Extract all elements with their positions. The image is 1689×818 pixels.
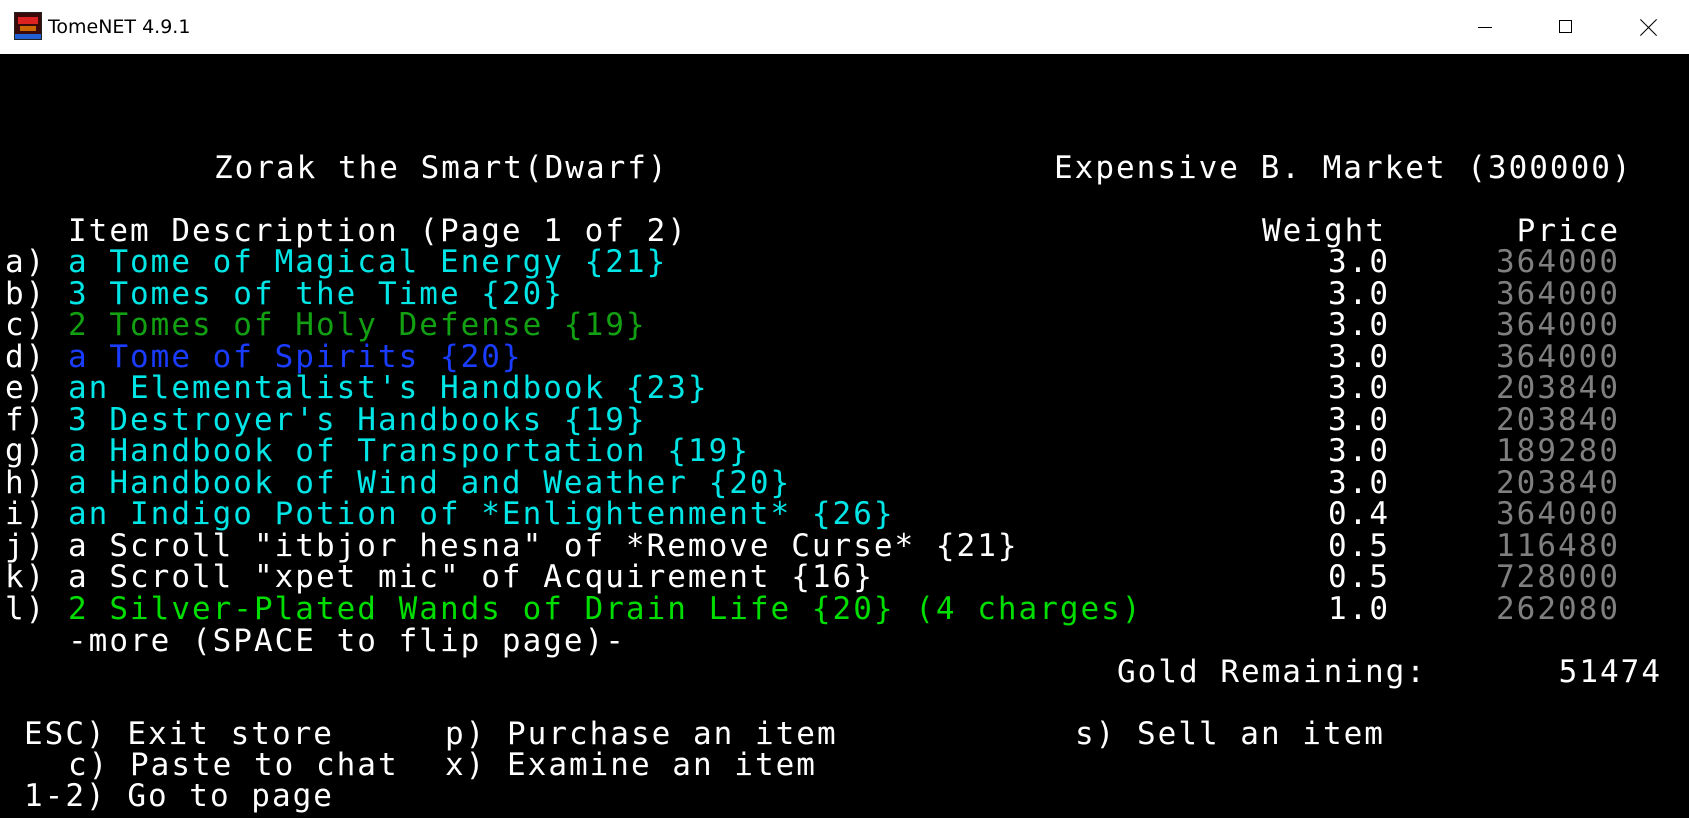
purchase-item-command[interactable]: p) Purchase an item xyxy=(445,718,838,750)
store-name: Expensive B. Market (300000) xyxy=(1054,150,1633,186)
item-key[interactable]: k) xyxy=(5,561,46,593)
item-price: 364000 xyxy=(1496,307,1620,343)
close-icon xyxy=(1640,19,1657,36)
paste-to-chat-command[interactable]: c) Paste to chat xyxy=(68,749,399,781)
item-name[interactable]: 3 Tomes of the Time {20} xyxy=(68,278,564,310)
item-key[interactable]: e) xyxy=(5,372,46,404)
item-weight: 1.0 xyxy=(1328,591,1390,627)
item-description-header: Item Description (Page 1 of 2) xyxy=(68,213,688,249)
maximize-button[interactable] xyxy=(1526,0,1606,54)
more-prompt: -more (SPACE to flip page)- xyxy=(68,623,626,659)
item-key[interactable]: l) xyxy=(5,593,46,625)
exit-store-command[interactable]: ESC) Exit store xyxy=(24,718,334,750)
close-button[interactable] xyxy=(1608,0,1688,54)
tomenet-window: TomeNET 4.9.1 Zorak the Smart(Dwarf) Exp… xyxy=(0,0,1689,818)
item-price: 116480 xyxy=(1496,528,1620,564)
item-name[interactable]: a Tome of Spirits {20} xyxy=(68,341,523,373)
item-weight: 0.5 xyxy=(1328,559,1390,595)
weight-header: Weight xyxy=(1262,213,1386,249)
item-name[interactable]: a Scroll "itbjor hesna" of *Remove Curse… xyxy=(68,530,1019,562)
item-price: 262080 xyxy=(1496,591,1620,627)
item-price: 203840 xyxy=(1496,465,1620,501)
item-name[interactable]: 2 Tomes of Holy Defense {19} xyxy=(68,309,647,341)
item-name[interactable]: 2 Silver-Plated Wands of Drain Life {20}… xyxy=(68,593,1143,625)
store-owner: Zorak the Smart(Dwarf) xyxy=(214,150,669,186)
item-price: 364000 xyxy=(1496,496,1620,532)
gold-remaining-label: Gold Remaining: xyxy=(1117,654,1427,690)
item-weight: 3.0 xyxy=(1328,244,1390,280)
window-title: TomeNET 4.9.1 xyxy=(48,16,191,38)
item-weight: 0.5 xyxy=(1328,528,1390,564)
item-weight: 3.0 xyxy=(1328,339,1390,375)
title-bar[interactable]: TomeNET 4.9.1 xyxy=(0,0,1689,54)
gold-remaining-value: 51474 xyxy=(1558,654,1662,690)
item-weight: 3.0 xyxy=(1328,370,1390,406)
item-weight: 3.0 xyxy=(1328,465,1390,501)
item-name[interactable]: a Handbook of Wind and Weather {20} xyxy=(68,467,791,499)
item-key[interactable]: f) xyxy=(5,404,46,436)
sell-item-command[interactable]: s) Sell an item xyxy=(1075,718,1385,750)
item-weight: 3.0 xyxy=(1328,433,1390,469)
price-header: Price xyxy=(1516,213,1620,249)
examine-item-command[interactable]: x) Examine an item xyxy=(445,749,817,781)
go-to-page-command[interactable]: 1-2) Go to page xyxy=(24,780,334,812)
item-weight: 3.0 xyxy=(1328,276,1390,312)
maximize-icon xyxy=(1559,20,1572,33)
minimize-button[interactable] xyxy=(1445,0,1525,54)
item-key[interactable]: d) xyxy=(5,341,46,373)
item-price: 728000 xyxy=(1496,559,1620,595)
item-key[interactable]: a) xyxy=(5,246,46,278)
item-name[interactable]: an Elementalist's Handbook {23} xyxy=(68,372,709,404)
item-price: 203840 xyxy=(1496,370,1620,406)
item-weight: 0.4 xyxy=(1328,496,1390,532)
item-name[interactable]: a Handbook of Transportation {19} xyxy=(68,435,750,467)
item-name[interactable]: an Indigo Potion of *Enlightenment* {26} xyxy=(68,498,895,530)
item-name[interactable]: a Scroll "xpet mic" of Acquirement {16} xyxy=(68,561,874,593)
item-weight: 3.0 xyxy=(1328,402,1390,438)
item-price: 203840 xyxy=(1496,402,1620,438)
item-weight: 3.0 xyxy=(1328,307,1390,343)
minimize-icon xyxy=(1478,27,1492,28)
item-price: 364000 xyxy=(1496,244,1620,280)
item-price: 189280 xyxy=(1496,433,1620,469)
item-key[interactable]: i) xyxy=(5,498,46,530)
app-icon[interactable] xyxy=(14,12,42,40)
item-price: 364000 xyxy=(1496,339,1620,375)
terminal-screen[interactable]: Zorak the Smart(Dwarf) Expensive B. Mark… xyxy=(0,54,1689,818)
item-key[interactable]: g) xyxy=(5,435,46,467)
item-key[interactable]: h) xyxy=(5,467,46,499)
item-key[interactable]: j) xyxy=(5,530,46,562)
item-key[interactable]: b) xyxy=(5,278,46,310)
item-name[interactable]: 3 Destroyer's Handbooks {19} xyxy=(68,404,647,436)
item-name[interactable]: a Tome of Magical Energy {21} xyxy=(68,246,667,278)
item-price: 364000 xyxy=(1496,276,1620,312)
item-key[interactable]: c) xyxy=(5,309,46,341)
